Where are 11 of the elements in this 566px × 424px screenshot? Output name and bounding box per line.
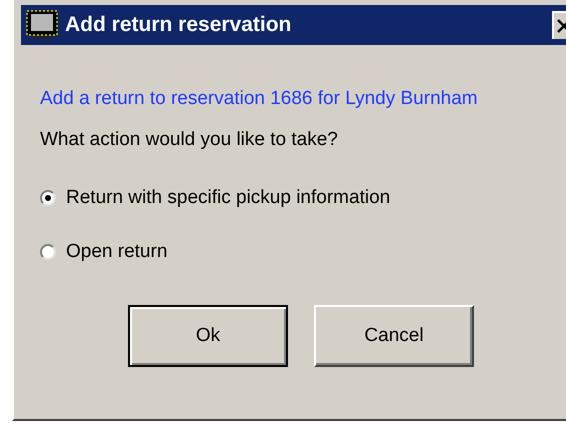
radio-button[interactable] [40,190,56,206]
radio-option[interactable]: Return with specific pickup information [40,184,390,212]
computer-icon [25,9,59,41]
window-title: Add return reservation [65,12,292,38]
dialog-button[interactable]: Ok [128,305,288,367]
question-text: What action would you like to take? [40,128,339,152]
dialog-button[interactable]: Cancel [314,305,474,367]
close-button[interactable] [552,11,566,39]
reservation-message: Add a return to reservation 1686 for Lyndy Burnham [40,87,479,111]
radio-button[interactable] [40,244,56,260]
radio-option[interactable]: Open return [40,238,168,266]
